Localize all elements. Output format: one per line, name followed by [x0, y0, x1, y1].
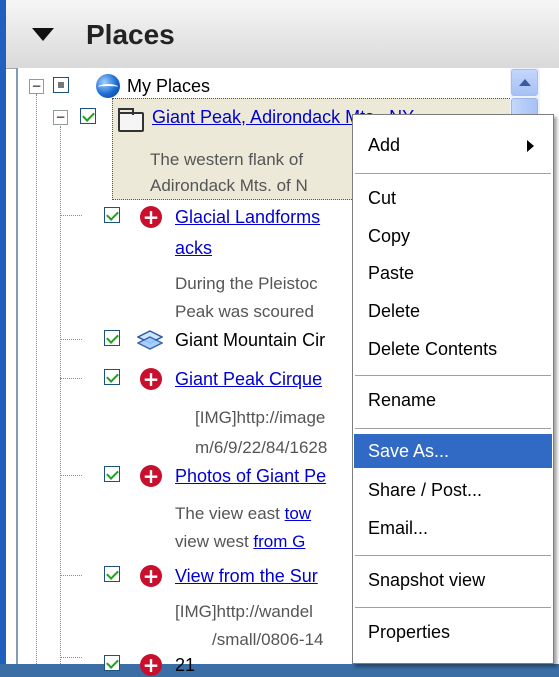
folder-checkbox[interactable] [80, 108, 96, 124]
item-description: /small/0806-14 [212, 630, 324, 649]
root-checkbox[interactable] [53, 77, 69, 93]
menu-label: Rename [368, 390, 437, 410]
menu-separator [355, 428, 551, 429]
menu-item-properties[interactable]: Properties [354, 615, 552, 649]
menu-label: Paste [368, 263, 415, 283]
collapse-triangle-icon[interactable] [32, 28, 54, 41]
red-plus-icon: + [140, 206, 162, 228]
desc-link[interactable]: from G [253, 532, 305, 551]
item-description: The view east tow [175, 504, 311, 524]
menu-item-copy[interactable]: Copy [354, 219, 552, 253]
places-header[interactable]: Places [6, 0, 559, 69]
layers-icon [137, 330, 163, 350]
tree-connector [60, 657, 82, 658]
item-checkbox[interactable] [104, 207, 120, 223]
menu-separator [355, 555, 551, 556]
tree-connector [60, 339, 82, 340]
menu-label: Email... [368, 518, 429, 538]
tree-connector [60, 215, 82, 216]
folder-icon [118, 108, 144, 132]
tree-item-photos-giant-peak[interactable]: Photos of Giant Pe [175, 466, 326, 487]
context-menu: Add Cut Copy Paste Delete Delete Content… [352, 114, 554, 664]
scroll-up-icon[interactable] [511, 69, 538, 96]
item-checkbox[interactable] [104, 369, 120, 385]
menu-label: Save As... [368, 441, 450, 461]
red-plus-icon: + [140, 565, 162, 587]
tree-item-my-places[interactable]: My Places [127, 76, 210, 97]
item-description: Peak was scoured [175, 302, 314, 321]
menu-label: Share / Post... [368, 480, 483, 500]
menu-label: Cut [368, 188, 397, 208]
menu-item-delete-contents[interactable]: Delete Contents [354, 332, 552, 366]
menu-label: Snapshot view [368, 570, 486, 590]
desc-text: The view east [175, 504, 285, 523]
tree-connector [36, 94, 37, 664]
menu-label: Delete [368, 301, 421, 321]
tree-connector [60, 378, 82, 379]
menu-item-share-post[interactable]: Share / Post... [354, 473, 552, 507]
menu-separator [355, 173, 551, 174]
desc-text: view west [175, 532, 254, 551]
item-checkbox[interactable] [104, 466, 120, 482]
item-checkbox[interactable] [104, 655, 120, 671]
menu-separator [355, 375, 551, 376]
places-panel: Places − My Places − Giant Peak, Adirond… [0, 0, 559, 676]
menu-separator [355, 607, 551, 608]
tree-item-giant-mountain-cirque[interactable]: Giant Mountain Cir [175, 330, 325, 351]
item-description: During the Pleistoc [175, 274, 318, 293]
menu-label: Add [368, 135, 401, 155]
menu-item-paste[interactable]: Paste [354, 256, 552, 290]
item-description: [IMG]http://image [195, 408, 326, 427]
item-description: view west from G [175, 532, 305, 552]
item-description: m/6/9/22/84/1628 [195, 438, 328, 457]
item-checkbox[interactable] [104, 566, 120, 582]
tree-item-view-from-summit[interactable]: View from the Sur [175, 566, 318, 587]
menu-item-cut[interactable]: Cut [354, 181, 552, 215]
menu-label: Properties [368, 622, 451, 642]
root-expander[interactable]: − [29, 79, 44, 94]
tree-item-glacial-landforms-cont[interactable]: acks [175, 238, 212, 259]
menu-label: Copy [368, 226, 411, 246]
item-description: The western flank of [150, 150, 304, 169]
globe-icon [96, 74, 120, 98]
tree-item-glacial-landforms[interactable]: Glacial Landforms [175, 207, 320, 228]
panel-title: Places [86, 19, 175, 50]
desc-link[interactable]: tow [285, 504, 311, 523]
tree-connector [60, 126, 61, 664]
tree-connector [60, 475, 82, 476]
red-plus-icon: + [140, 654, 162, 676]
item-description: Adirondack Mts. of N [150, 176, 308, 195]
menu-item-delete[interactable]: Delete [354, 294, 552, 328]
red-plus-icon: + [140, 368, 162, 390]
item-description: [IMG]http://wandel [175, 602, 313, 621]
tree-item-partial[interactable]: 21 [175, 655, 195, 676]
menu-label: Delete Contents [368, 339, 498, 359]
menu-item-save-as[interactable]: Save As... [354, 434, 552, 468]
item-checkbox[interactable] [104, 330, 120, 346]
tree-connector [60, 575, 82, 576]
menu-item-snapshot-view[interactable]: Snapshot view [354, 563, 552, 597]
menu-item-email[interactable]: Email... [354, 511, 552, 545]
folder-expander[interactable]: − [53, 110, 68, 125]
menu-item-rename[interactable]: Rename [354, 383, 552, 417]
tree-item-giant-peak-cirque[interactable]: Giant Peak Cirque [175, 369, 322, 390]
red-plus-icon: + [140, 465, 162, 487]
submenu-arrow-icon [527, 140, 534, 152]
menu-item-add[interactable]: Add [354, 128, 552, 162]
window-edge [0, 0, 6, 664]
